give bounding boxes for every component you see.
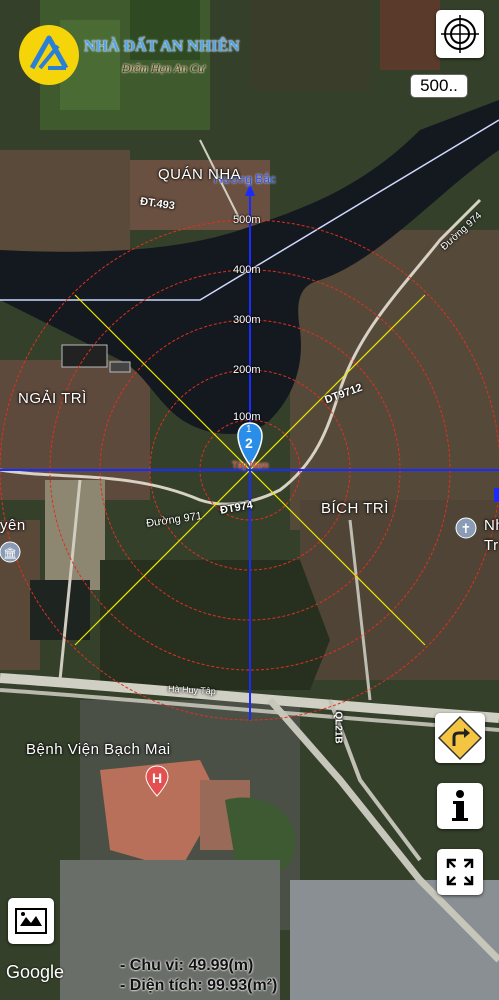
place-left-edge: yên (0, 517, 26, 534)
directions-button[interactable] (435, 713, 485, 763)
gps-locate-button[interactable] (436, 10, 484, 58)
hospital-letter: H (151, 770, 163, 786)
ring-label-300: 300m (233, 314, 261, 326)
scale-radius-input[interactable]: 500.. (410, 74, 468, 98)
road-ql21b: QL21B (332, 711, 344, 744)
svg-text:✝: ✝ (461, 522, 472, 537)
east-edge-marker (494, 488, 499, 502)
map-type-button[interactable] (8, 898, 54, 944)
marker-number-bottom: 2 (245, 435, 253, 451)
ring-label-500: 500m (233, 214, 261, 226)
place-right-edge-2: Tr (484, 537, 499, 554)
point-label: Tây Nam (232, 460, 269, 470)
ring-label-100: 100m (233, 411, 261, 423)
brand-logo-icon (19, 25, 79, 85)
map-view[interactable]: ✝ 🏛 1 2 Tây Nam H 500m 400m 300m 200m 10… (0, 0, 499, 1000)
place-right-edge-1: Nh (484, 517, 499, 534)
measurement-stats: - Chu vi: 49.99(m) - Diện tích: 99.93(m²… (120, 956, 277, 996)
svg-text:🏛: 🏛 (3, 547, 17, 560)
place-ngai-tri: NGẢI TRÌ (18, 390, 87, 407)
crosshair-target-icon (441, 15, 479, 53)
perimeter-text: - Chu vi: 49.99(m) (120, 957, 254, 974)
place-benh-vien-bach-mai: Bệnh Viện Bạch Mai (26, 741, 171, 758)
turn-right-sign-icon (437, 715, 483, 761)
place-quan-nha: QUÁN NHA (158, 166, 242, 183)
ring-label-400: 400m (233, 264, 261, 276)
info-icon (452, 790, 468, 821)
marker-number-top: 1 (246, 424, 252, 435)
expand-arrows-icon (446, 858, 474, 886)
brand-title: NHÀ ĐẤT AN NHIÊN (84, 38, 240, 55)
info-button[interactable] (437, 783, 483, 829)
place-bich-tri: BÍCH TRÌ (321, 500, 389, 517)
area-text: - Diện tích: 99.93(m²) (120, 977, 278, 994)
map-layers-icon (15, 908, 47, 934)
google-attribution: Google (6, 962, 65, 982)
brand-subtitle: Điểm Hẹn An Cư (122, 61, 205, 75)
fullscreen-button[interactable] (437, 849, 483, 895)
ring-label-200: 200m (233, 364, 261, 376)
